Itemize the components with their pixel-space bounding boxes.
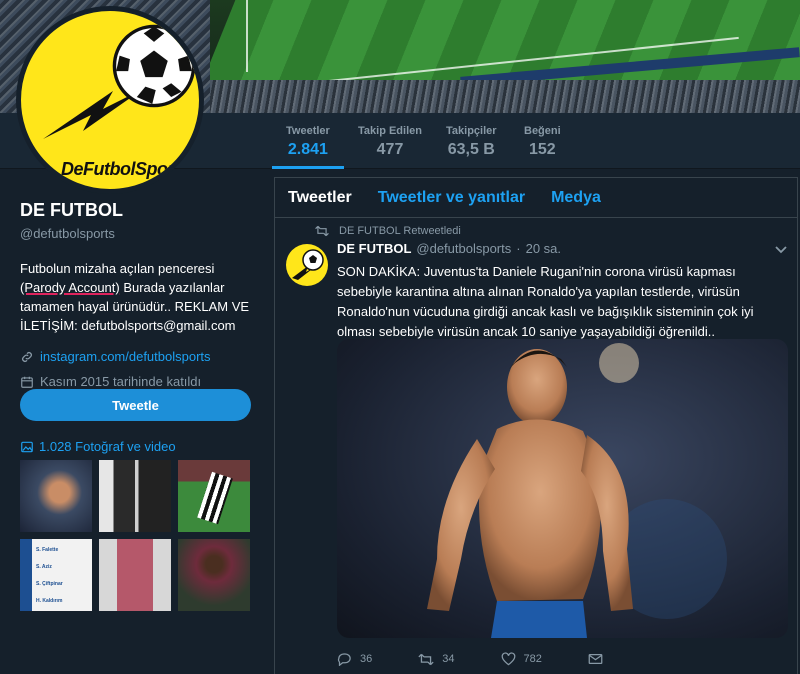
profile-info: DE FUTBOL @defutbolsports Futbolun mizah… — [20, 200, 255, 389]
profile-joined-date: Kasım 2015 tarihinde katıldı — [40, 374, 202, 389]
tab-tweets[interactable]: Tweetler — [288, 189, 352, 207]
stat-likes-value: 152 — [528, 141, 556, 158]
retweet-context: DE FUTBOL Retweetledi — [315, 225, 461, 237]
photo-thumb-5[interactable] — [99, 539, 171, 611]
reply-icon — [337, 653, 351, 666]
tweet-author-name[interactable]: DE FUTBOL — [337, 241, 411, 256]
photo-thumb-3[interactable] — [178, 460, 250, 532]
thumb-list-name-2: S. Aziz — [36, 564, 52, 570]
profile-bio: Futbolun mizaha açılan penceresi (Parody… — [20, 259, 252, 335]
heart-icon — [501, 652, 515, 666]
retweet-icon — [418, 653, 434, 665]
profile-avatar[interactable]: DeFutbolSports — [16, 6, 204, 194]
photos-videos-link[interactable]: 1.028 Fotoğraf ve video — [20, 439, 176, 454]
chevron-down-icon[interactable] — [775, 246, 787, 254]
profile-handle: @defutbolsports — [20, 226, 115, 241]
tweet-author-handle[interactable]: @defutbolsports — [416, 241, 511, 256]
tweet-text: SON DAKİKA: Juventus'ta Daniele Rugani'n… — [337, 264, 754, 339]
stat-tweets-label: Tweetler — [286, 125, 330, 137]
stat-likes[interactable]: Beğeni 152 — [524, 125, 561, 159]
bio-parody-tag: (Parody Account) — [20, 280, 120, 295]
stat-followers[interactable]: Takipçiler 63,5 B — [446, 125, 497, 159]
soccer-ball-icon — [112, 24, 196, 108]
envelope-icon — [588, 654, 603, 664]
thumb-4-list: S. Falette S. Aziz S. Çiftpinar H. Kaldı… — [36, 542, 63, 610]
like-count: 782 — [523, 653, 542, 665]
tab-tweets-replies[interactable]: Tweetler ve yanıtlar — [378, 189, 525, 207]
stat-tweets[interactable]: Tweetler 2.841 — [272, 125, 344, 169]
avatar-logo-text: DeFutbolSports — [61, 159, 190, 179]
retweet-count: 34 — [442, 653, 455, 665]
soccer-ball-icon — [292, 249, 324, 280]
stat-followers-value: 63,5 B — [447, 141, 495, 158]
retweeted-by-text[interactable]: DE FUTBOL Retweetledi — [339, 225, 461, 237]
photo-thumb-1[interactable] — [20, 460, 92, 532]
retweet-icon — [315, 225, 329, 237]
tweet-author-avatar[interactable] — [286, 244, 328, 286]
reply-action[interactable]: 36 — [337, 652, 372, 666]
profile-joined-row: Kasım 2015 tarihinde katıldı — [20, 374, 255, 389]
tab-media[interactable]: Medya — [551, 189, 601, 207]
stat-following[interactable]: Takip Edilen 477 — [358, 125, 422, 159]
tweet-header: DE FUTBOL @defutbolsports · 20 sa. — [337, 241, 561, 256]
tweet-media-image[interactable] — [337, 339, 788, 638]
tweet-separator: · — [516, 241, 521, 256]
reply-count: 36 — [360, 653, 373, 665]
like-action[interactable]: 782 — [501, 652, 542, 666]
athlete-photo — [427, 343, 727, 638]
photo-thumb-6[interactable] — [178, 539, 250, 611]
thumb-list-name-3: S. Çiftpinar — [36, 581, 63, 587]
thumb-4-strip — [20, 539, 32, 611]
photo-thumb-4[interactable]: S. Falette S. Aziz S. Çiftpinar H. Kaldı… — [20, 539, 92, 611]
link-icon — [22, 351, 32, 362]
thumb-list-name-4: H. Kaldırım — [36, 598, 63, 604]
profile-name: DE FUTBOL — [20, 200, 123, 220]
thumb-list-name-1: S. Falette — [36, 547, 59, 553]
stat-following-label: Takip Edilen — [358, 125, 422, 137]
timeline-tabs: Tweetler Tweetler ve yanıtlar Medya — [275, 178, 797, 218]
message-action[interactable] — [588, 652, 611, 666]
stat-likes-label: Beğeni — [524, 125, 561, 137]
retweet-action[interactable]: 34 — [418, 652, 455, 666]
image-icon — [21, 441, 33, 452]
calendar-icon — [21, 376, 33, 388]
timeline-panel: Tweetler Tweetler ve yanıtlar Medya DE F… — [274, 177, 798, 674]
stat-followers-label: Takipçiler — [446, 125, 497, 137]
thumb-3-figure — [197, 471, 233, 525]
photo-thumb-2[interactable] — [99, 460, 171, 532]
profile-link-row: instagram.com/defutbolsports — [20, 349, 255, 364]
profile-website-link[interactable]: instagram.com/defutbolsports — [40, 349, 211, 364]
stat-following-value: 477 — [376, 141, 404, 158]
tweet-button[interactable]: Tweetle — [20, 389, 251, 421]
bio-text-1: Futbolun mizaha açılan penceresi — [20, 261, 215, 276]
stat-tweets-value: 2.841 — [287, 141, 328, 158]
photos-videos-label: 1.028 Fotoğraf ve video — [39, 439, 176, 454]
tweet-actions: 36 34 782 — [337, 652, 657, 666]
banner-crowd-bottom — [210, 80, 800, 113]
tweet-timestamp[interactable]: 20 sa. — [526, 241, 561, 256]
banner-pitch-line-vertical — [246, 0, 248, 72]
